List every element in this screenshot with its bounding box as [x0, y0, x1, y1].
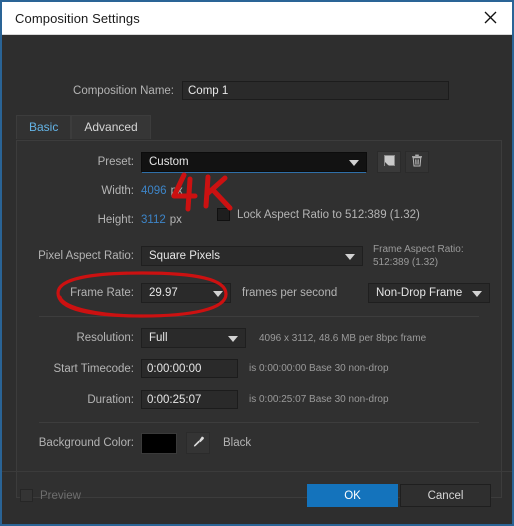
start-timecode-input[interactable]: 0:00:00:00 — [141, 359, 238, 378]
duration-info: is 0:00:25:07 Base 30 non-drop — [249, 394, 389, 405]
pixel-aspect-ratio-value: Square Pixels — [149, 250, 220, 262]
frame-aspect-ratio-info: Frame Aspect Ratio: 512:389 (1.32) — [373, 243, 464, 269]
tab-advanced[interactable]: Advanced — [71, 115, 151, 139]
basic-settings-panel: Preset: Custom Width: 4096 px Lock Aspec… — [16, 140, 502, 498]
width-row: Width: 4096 px — [17, 185, 501, 197]
trash-icon — [411, 154, 423, 170]
close-icon — [484, 11, 497, 24]
width-value[interactable]: 4096 — [141, 185, 167, 197]
composition-name-label: Composition Name: — [73, 84, 174, 97]
ok-button[interactable]: OK — [307, 484, 398, 507]
window-title: Composition Settings — [15, 10, 140, 26]
save-preset-button[interactable] — [377, 151, 401, 173]
eyedropper-button[interactable] — [186, 432, 210, 454]
cancel-button[interactable]: Cancel — [400, 484, 491, 507]
frame-rate-row: Frame Rate: 29.97 frames per second Non-… — [17, 283, 501, 303]
composition-name-row: Composition Name: Comp 1 — [2, 81, 514, 100]
background-color-row: Background Color: Black — [33, 432, 514, 454]
width-label: Width: — [101, 185, 134, 197]
dialog-footer: Preview OK Cancel — [2, 471, 512, 524]
background-color-name: Black — [223, 437, 252, 449]
width-unit: px — [170, 185, 183, 197]
divider-2 — [39, 422, 479, 423]
divider-1 — [39, 316, 479, 317]
eyedropper-icon — [192, 435, 205, 451]
title-bar: Composition Settings — [2, 2, 512, 35]
close-button[interactable] — [468, 2, 512, 33]
start-timecode-label: Start Timecode: — [53, 362, 134, 375]
composition-name-input[interactable]: Comp 1 — [182, 81, 449, 100]
height-row: Height: 3112 px — [17, 214, 501, 226]
composition-settings-dialog: Composition Settings Composition Name: C… — [0, 0, 514, 526]
background-color-swatch[interactable] — [141, 432, 177, 454]
drop-frame-value: Non-Drop Frame — [376, 287, 463, 299]
start-timecode-info: is 0:00:00:00 Base 30 non-drop — [249, 363, 389, 374]
frame-rate-field[interactable]: 29.97 — [141, 283, 231, 303]
resolution-value: Full — [149, 332, 168, 344]
preset-row: Preset: Custom — [17, 151, 501, 173]
frame-rate-value: 29.97 — [149, 287, 178, 299]
chevron-down-icon — [472, 291, 482, 297]
background-color-label: Background Color: — [38, 437, 134, 449]
preview-checkbox[interactable] — [20, 489, 33, 502]
delete-preset-button[interactable] — [405, 151, 429, 173]
chevron-down-icon — [345, 254, 355, 260]
drop-frame-dropdown[interactable]: Non-Drop Frame — [368, 283, 490, 303]
frame-rate-label: Frame Rate: — [70, 287, 134, 299]
chevron-down-icon — [228, 336, 238, 342]
duration-row: Duration: 0:00:25:07 is 0:00:25:07 Base … — [17, 390, 501, 409]
frames-per-second-label: frames per second — [242, 287, 338, 299]
preview-row: Preview — [20, 489, 81, 502]
chevron-down-icon — [213, 291, 223, 297]
chevron-down-icon — [349, 160, 359, 166]
resolution-label: Resolution: — [76, 332, 134, 344]
preset-label: Preset: — [97, 156, 134, 168]
preview-label: Preview — [40, 489, 81, 502]
preset-value: Custom — [149, 156, 189, 168]
height-label: Height: — [97, 214, 134, 226]
resolution-row: Resolution: Full 4096 x 3112, 48.6 MB pe… — [17, 328, 501, 348]
save-preset-icon — [383, 154, 396, 170]
resolution-info: 4096 x 3112, 48.6 MB per 8bpc frame — [259, 332, 427, 344]
pixel-aspect-ratio-dropdown[interactable]: Square Pixels — [141, 246, 363, 266]
tab-basic[interactable]: Basic — [16, 115, 72, 139]
pixel-aspect-ratio-row: Pixel Aspect Ratio: Square Pixels Frame … — [17, 243, 501, 269]
dialog-body: Composition Name: Comp 1 Basic Advanced … — [2, 35, 512, 524]
duration-label: Duration: — [87, 393, 134, 406]
resolution-dropdown[interactable]: Full — [141, 328, 246, 348]
frame-aspect-ratio-value: 512:389 (1.32) — [373, 257, 439, 268]
height-value[interactable]: 3112 — [141, 214, 166, 226]
frame-aspect-ratio-label: Frame Aspect Ratio: — [373, 244, 464, 255]
tab-bar: Basic Advanced — [16, 115, 151, 139]
height-unit: px — [169, 214, 182, 226]
preset-focus-underline — [142, 172, 366, 173]
preset-dropdown[interactable]: Custom — [141, 152, 367, 173]
start-timecode-row: Start Timecode: 0:00:00:00 is 0:00:00:00… — [17, 359, 501, 378]
pixel-aspect-ratio-label: Pixel Aspect Ratio: — [38, 250, 134, 262]
duration-input[interactable]: 0:00:25:07 — [141, 390, 238, 409]
